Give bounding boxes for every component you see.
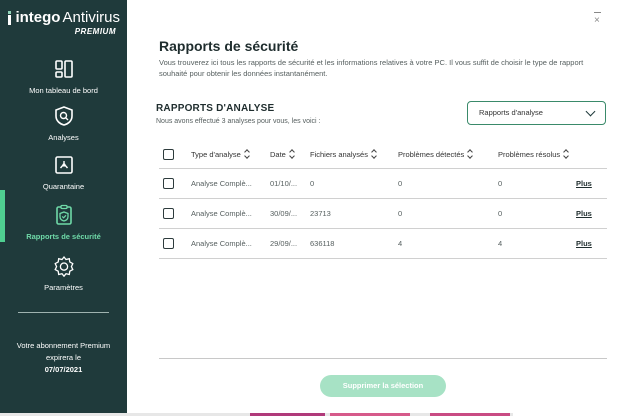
logo-tier: PREMIUM	[74, 27, 116, 36]
cell-resolved: 0	[498, 179, 503, 188]
reports-table: Type d'analyse Date Fichiers analysés Pr…	[159, 140, 607, 259]
cell-date: 29/09/...	[270, 239, 298, 248]
column-header-label: Type d'analyse	[191, 149, 241, 159]
cell-resolved: 0	[498, 209, 503, 218]
column-header-label: Problèmes résolus	[498, 149, 561, 159]
select-all-checkbox[interactable]	[163, 148, 174, 160]
page-title: Rapports de sécurité	[159, 38, 299, 54]
settings-icon	[53, 255, 74, 277]
dashboard-icon	[54, 60, 73, 78]
cell-detected: 4	[398, 239, 403, 248]
sidebar-divider	[18, 312, 109, 313]
sort-icon	[468, 150, 473, 159]
report-type-select-value: Rapports d'analyse	[479, 108, 543, 117]
column-header-label: Fichiers analysés	[310, 149, 368, 159]
sort-icon	[245, 150, 250, 159]
sort-icon	[290, 150, 295, 159]
cell-resolved: 4	[498, 239, 503, 248]
subscription-date: 07/07/2021	[44, 365, 83, 374]
report-icon	[55, 204, 72, 225]
app-logo: intego Antivirus PREMIUM	[8, 10, 120, 36]
cell-type: Analyse Complè...	[191, 179, 252, 188]
section-title: RAPPORTS D'ANALYSE	[156, 103, 275, 114]
more-link[interactable]: Plus	[576, 239, 592, 248]
column-header-detected[interactable]: Problèmes détectés	[398, 140, 473, 168]
cell-detected: 0	[398, 179, 403, 188]
sort-icon	[372, 150, 377, 159]
delete-selection-button[interactable]: Supprimer la sélection	[320, 375, 446, 397]
main-panel: × Rapports de sécurité Vous trouverez ic…	[127, 0, 640, 416]
cell-type: Analyse Complè...	[191, 209, 252, 218]
cell-date: 30/09/...	[270, 209, 298, 218]
subscription-info: Votre abonnement Premium expirera le 07/…	[0, 340, 127, 376]
column-header-date[interactable]: Date	[270, 140, 295, 168]
row-checkbox[interactable]	[163, 178, 174, 189]
column-header-files[interactable]: Fichiers analysés	[310, 140, 377, 168]
logo-product: Antivirus	[62, 9, 120, 26]
table-header: Type d'analyse Date Fichiers analysés Pr…	[159, 140, 607, 169]
column-header-resolved[interactable]: Problèmes résolus	[498, 140, 569, 168]
sidebar-item-label: Rapports de sécurité	[26, 232, 101, 241]
sidebar-item-scans[interactable]: Analyses	[0, 105, 127, 142]
sidebar-item-dashboard[interactable]: Mon tableau de bord	[0, 58, 127, 95]
column-header-label: Problèmes détectés	[398, 149, 465, 159]
cell-files: 23713	[310, 209, 331, 218]
sidebar-item-label: Quarantaine	[42, 182, 85, 191]
sidebar-item-label: Paramètres	[44, 283, 83, 292]
cell-type: Analyse Complè...	[191, 239, 252, 248]
column-header-type[interactable]: Type d'analyse	[191, 140, 250, 168]
sort-icon	[564, 150, 569, 159]
chevron-down-icon	[585, 106, 596, 117]
cell-files: 0	[310, 179, 315, 188]
column-header-label: Date	[270, 149, 286, 159]
more-link[interactable]: Plus	[576, 179, 592, 188]
report-type-select[interactable]: Rapports d'analyse	[467, 101, 606, 125]
cell-detected: 0	[398, 209, 403, 218]
sidebar-item-label: Analyses	[48, 133, 79, 142]
sidebar-item-reports[interactable]: Rapports de sécurité	[0, 204, 127, 241]
cell-date: 01/10/...	[270, 179, 298, 188]
section-subtitle: Nous avons effectué 3 analyses pour vous…	[156, 118, 321, 125]
logo-brand: intego	[15, 9, 61, 26]
table-row: Analyse Complè... 29/09/... 636118 4 4 P…	[159, 229, 607, 259]
quarantine-icon	[54, 156, 73, 174]
table-bottom-divider	[159, 358, 607, 359]
sidebar-item-quarantine[interactable]: Quarantaine	[0, 154, 127, 191]
close-icon[interactable]: ×	[594, 16, 600, 26]
scan-icon	[54, 106, 73, 126]
logo-mark-icon	[8, 11, 13, 25]
row-checkbox[interactable]	[163, 208, 174, 219]
more-link[interactable]: Plus	[576, 209, 592, 218]
page-description: Vous trouverez ici tous les rapports de …	[159, 58, 584, 78]
row-checkbox[interactable]	[163, 238, 174, 249]
app-window: intego Antivirus PREMIUM Mon tableau de …	[0, 0, 640, 416]
sidebar-item-settings[interactable]: Paramètres	[0, 255, 127, 292]
cell-files: 636118	[310, 239, 335, 248]
sidebar-item-label: Mon tableau de bord	[29, 86, 98, 95]
subscription-line: expirera le	[45, 353, 82, 362]
table-row: Analyse Complè... 30/09/... 23713 0 0 Pl…	[159, 199, 607, 229]
sidebar: intego Antivirus PREMIUM Mon tableau de …	[0, 0, 127, 416]
table-row: Analyse Complè... 01/10/... 0 0 0 Plus	[159, 169, 607, 199]
minimize-icon[interactable]	[594, 12, 601, 13]
subscription-line: Votre abonnement Premium	[16, 341, 111, 350]
